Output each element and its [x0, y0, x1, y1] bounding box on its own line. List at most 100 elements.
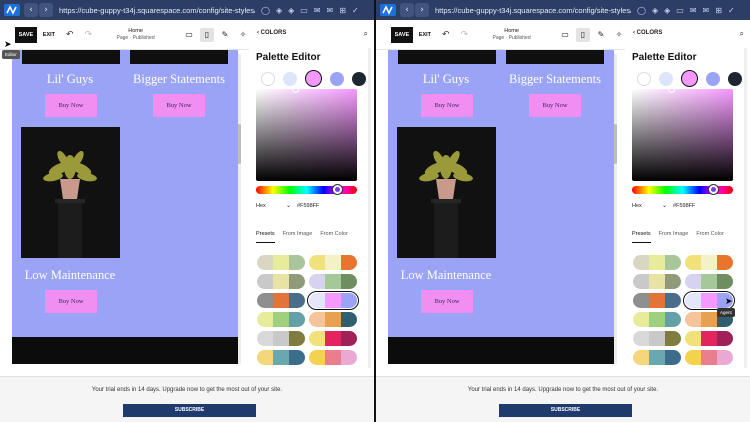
subscribe-button[interactable]: SUBSCRIBE — [123, 404, 256, 417]
palette-preset[interactable] — [257, 255, 305, 270]
palette-swatch[interactable] — [305, 70, 322, 87]
palette-preset[interactable] — [685, 274, 733, 289]
hue-handle[interactable] — [709, 185, 718, 194]
palette-preset[interactable] — [257, 293, 305, 308]
palette-preset[interactable] — [633, 274, 681, 289]
mail-icon[interactable]: ✉ — [314, 6, 321, 15]
palette-preset[interactable] — [685, 331, 733, 346]
save-button[interactable]: SAVE — [391, 26, 413, 43]
subscribe-button[interactable]: SUBSCRIBE — [499, 404, 632, 417]
palette-swatch[interactable] — [728, 71, 742, 86]
page-info[interactable]: Home Page · Published — [107, 28, 164, 41]
picker-handle[interactable] — [292, 86, 299, 93]
buy-now-button[interactable]: Buy Now — [421, 290, 473, 313]
palette-swatch[interactable] — [283, 71, 297, 86]
palette-swatch[interactable] — [681, 70, 698, 87]
forward-icon[interactable]: › — [39, 3, 53, 17]
layers-alt-icon[interactable]: ◈ — [288, 6, 294, 15]
grid-icon[interactable]: ⊞ — [339, 6, 346, 15]
tab-from-color[interactable]: From Color — [320, 231, 348, 243]
redo-icon[interactable]: ↷ — [85, 30, 93, 40]
buy-now-button[interactable]: Buy Now — [153, 94, 205, 117]
sparkle-icon[interactable]: ✧ — [236, 28, 250, 42]
redo-icon[interactable]: ↷ — [461, 30, 469, 40]
mobile-icon[interactable]: ▯ — [576, 27, 590, 42]
panel-scrollbar[interactable] — [368, 48, 371, 368]
mail-alt-icon[interactable]: ✉ — [327, 6, 334, 15]
color-mode-select[interactable]: Hex — [632, 203, 662, 209]
palette-preset[interactable] — [257, 312, 305, 327]
undo-icon[interactable]: ↶ — [442, 30, 450, 40]
palette-swatch[interactable] — [637, 71, 651, 86]
mail-alt-icon[interactable]: ✉ — [703, 6, 710, 15]
buy-now-button[interactable]: Buy Now — [529, 94, 581, 117]
picker-handle[interactable] — [668, 86, 675, 93]
palette-preset[interactable] — [257, 331, 305, 346]
palette-preset[interactable] — [307, 291, 359, 310]
hex-input[interactable]: #F598FF — [673, 203, 695, 209]
colors-back-link[interactable]: ‹ COLORS — [633, 30, 662, 36]
desktop-icon[interactable]: ▭ — [182, 28, 196, 42]
buy-now-button[interactable]: Buy Now — [45, 94, 97, 117]
back-icon[interactable]: ‹ — [400, 3, 414, 17]
layers-icon[interactable]: ◈ — [652, 6, 658, 15]
address-bar[interactable]: https://cube-guppy-t34j.squarespace.com/… — [435, 6, 631, 15]
exit-button[interactable]: EXIT — [419, 32, 431, 38]
layers-alt-icon[interactable]: ◈ — [664, 6, 670, 15]
mail-icon[interactable]: ✉ — [690, 6, 697, 15]
paint-brush-icon[interactable]: ✎ — [218, 28, 232, 42]
site-preview[interactable]: Lil' Guys Bigger Statements Buy Now Buy … — [388, 50, 614, 364]
palette-preset[interactable] — [633, 331, 681, 346]
palette-preset[interactable] — [685, 350, 733, 365]
search-icon[interactable]: ⌕ — [364, 29, 368, 39]
tab-from-image[interactable]: From Image — [283, 231, 313, 243]
grid-icon[interactable]: ⊞ — [715, 6, 722, 15]
check-icon[interactable]: ✓ — [728, 6, 735, 15]
palette-preset[interactable] — [309, 312, 357, 327]
tab-presets[interactable]: Presets — [632, 231, 651, 243]
chevron-down-icon[interactable]: ⌄ — [286, 202, 291, 209]
palette-preset[interactable] — [257, 274, 305, 289]
sparkle-icon[interactable]: ✧ — [612, 28, 626, 42]
hue-handle[interactable] — [333, 185, 342, 194]
forward-icon[interactable]: › — [415, 3, 429, 17]
check-icon[interactable]: ✓ — [352, 6, 359, 15]
palette-swatch[interactable] — [352, 71, 366, 86]
tab-from-color[interactable]: From Color — [696, 231, 724, 243]
video-icon[interactable]: ▭ — [300, 6, 308, 15]
palette-preset[interactable] — [633, 350, 681, 365]
hue-slider[interactable] — [256, 185, 357, 194]
palette-preset[interactable] — [309, 350, 357, 365]
palette-swatch[interactable] — [261, 71, 275, 86]
palette-swatch[interactable] — [659, 71, 673, 86]
tab-from-image[interactable]: From Image — [659, 231, 689, 243]
site-preview[interactable]: Lil' Guys Bigger Statements Buy Now Buy … — [12, 50, 238, 364]
search-icon[interactable]: ⌕ — [740, 29, 744, 39]
layers-icon[interactable]: ◈ — [276, 6, 282, 15]
video-icon[interactable]: ▭ — [676, 6, 684, 15]
page-info[interactable]: Home Page · Published — [483, 28, 540, 41]
undo-icon[interactable]: ↶ — [66, 30, 74, 40]
buy-now-button[interactable]: Buy Now — [45, 290, 97, 313]
buy-now-button[interactable]: Buy Now — [421, 94, 473, 117]
palette-preset[interactable] — [633, 293, 681, 308]
color-picker-area[interactable] — [256, 86, 357, 181]
exit-button[interactable]: EXIT — [43, 32, 55, 38]
palette-preset[interactable] — [633, 255, 681, 270]
mobile-icon[interactable]: ▯ — [200, 27, 214, 42]
palette-swatch[interactable] — [706, 71, 720, 86]
save-button[interactable]: SAVE — [15, 26, 37, 43]
color-mode-select[interactable]: Hex — [256, 203, 286, 209]
circle-icon[interactable]: ◯ — [637, 6, 646, 15]
preview-scrollbar[interactable] — [614, 54, 617, 364]
hex-input[interactable]: #F598FF — [297, 203, 319, 209]
palette-swatch[interactable] — [330, 71, 344, 86]
address-bar[interactable]: https://cube-guppy-t34j.squarespace.com/… — [59, 6, 255, 15]
back-icon[interactable]: ‹ — [24, 3, 38, 17]
palette-preset[interactable] — [633, 312, 681, 327]
chevron-down-icon[interactable]: ⌄ — [662, 202, 667, 209]
panel-scrollbar[interactable] — [744, 48, 747, 368]
circle-icon[interactable]: ◯ — [261, 6, 270, 15]
palette-preset[interactable] — [309, 274, 357, 289]
hue-slider[interactable] — [632, 185, 733, 194]
